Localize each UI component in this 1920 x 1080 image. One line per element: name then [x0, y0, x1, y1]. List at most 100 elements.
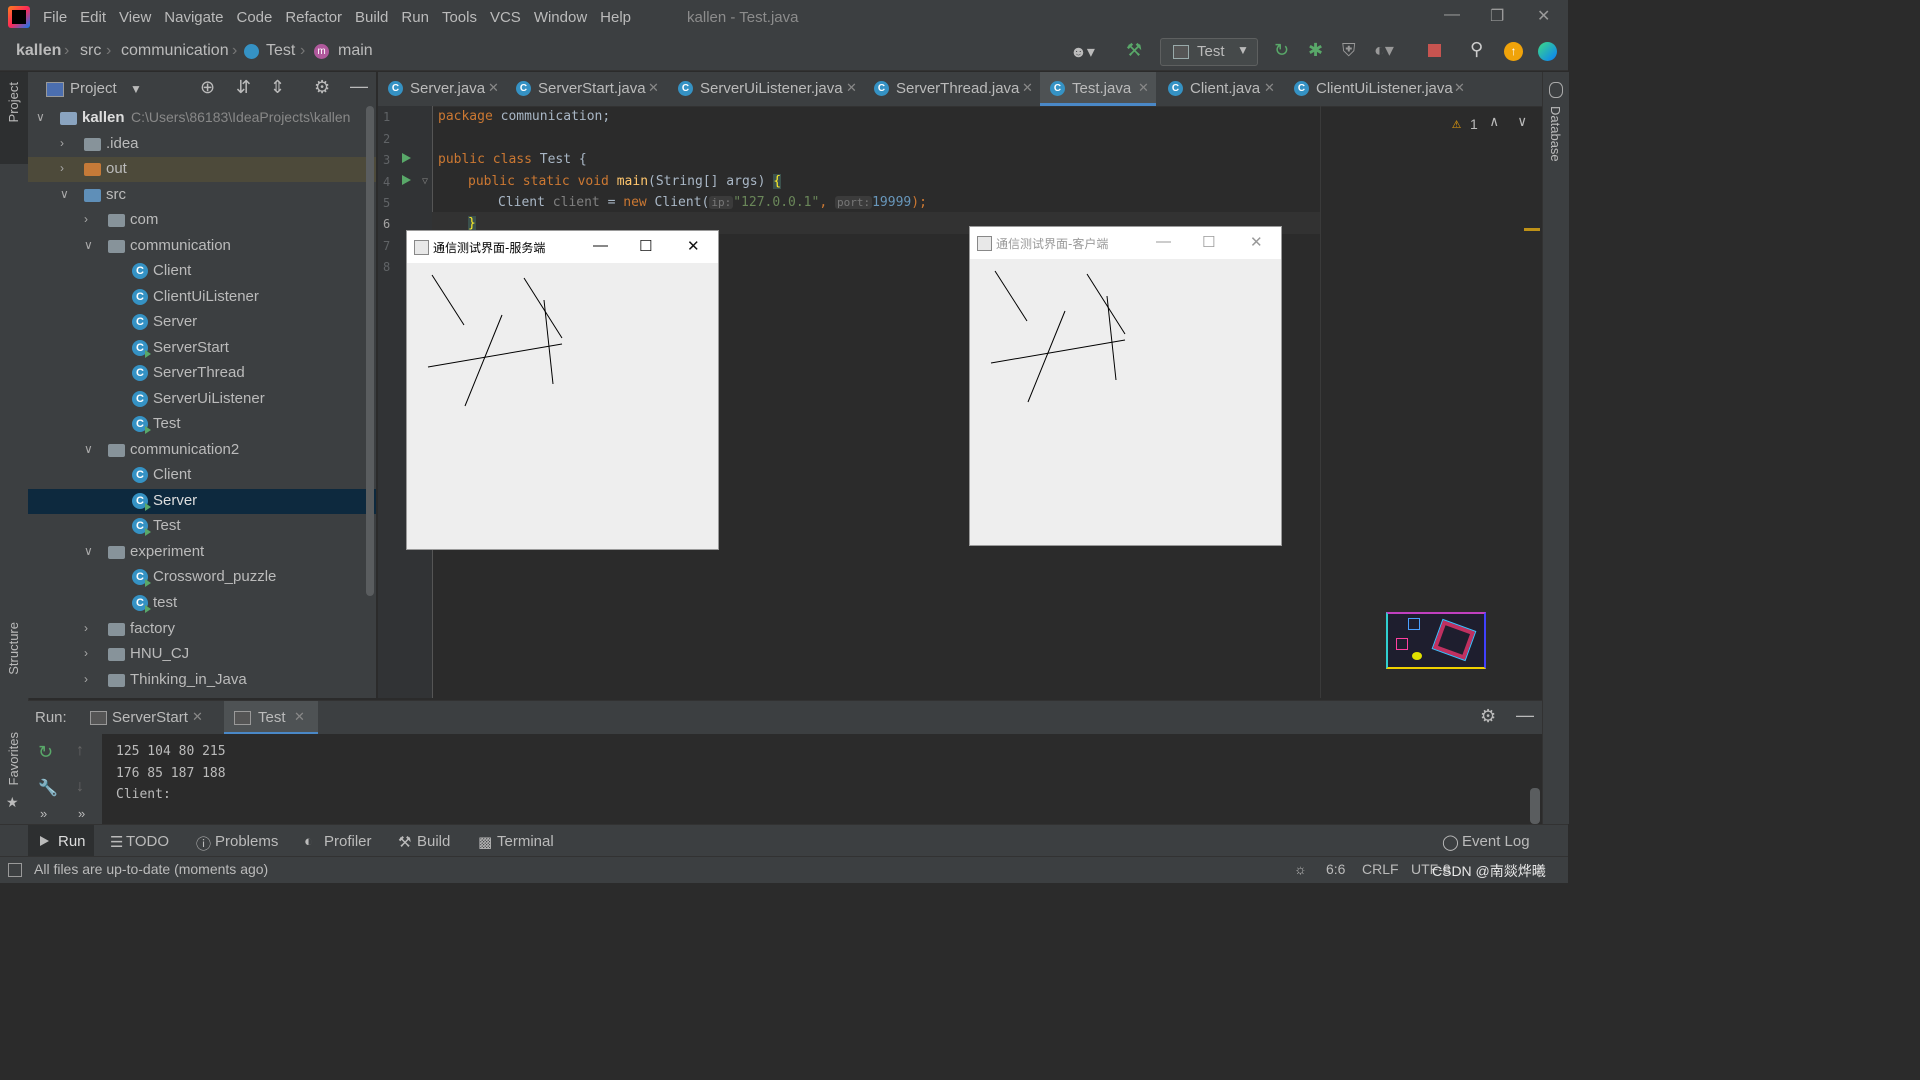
console-output[interactable]: 125 104 80 215 176 85 187 188 Client: [102, 734, 1542, 824]
chevron-right-icon[interactable]: › [84, 212, 88, 226]
close-tab-icon[interactable]: ✕ [1138, 80, 1149, 96]
tree-item-src[interactable]: ∨ src [28, 183, 368, 208]
chevron-right-icon[interactable]: › [60, 136, 64, 150]
breadcrumb-project[interactable]: kallen [16, 42, 61, 60]
tree-item-factory[interactable]: › factory [28, 617, 368, 642]
warnings-count[interactable]: 1 [1470, 116, 1478, 132]
build-hammer-icon[interactable]: ⚒ [1126, 40, 1142, 61]
chevron-down-icon[interactable]: ∨ [84, 442, 93, 456]
tree-scrollbar[interactable] [366, 106, 374, 596]
tree-item-server2[interactable]: C Server [28, 489, 376, 514]
maximize-icon[interactable]: ☐ [1202, 233, 1215, 251]
close-tab-icon[interactable]: ✕ [1264, 80, 1275, 96]
console-scrollbar[interactable] [1530, 788, 1540, 824]
tree-item-server[interactable]: C Server [28, 310, 368, 335]
menu-vcs[interactable]: VCS [490, 9, 521, 26]
minimize-icon[interactable]: — [1156, 233, 1171, 250]
more-icon[interactable]: » [40, 806, 47, 821]
client-drawing-canvas[interactable] [970, 259, 1281, 545]
project-view-select[interactable]: Project [70, 80, 117, 97]
locate-icon[interactable]: ⊕ [200, 77, 215, 98]
menu-code[interactable]: Code [236, 9, 272, 26]
run-tab-serverstart[interactable]: ServerStart ✕ [86, 701, 214, 735]
tab-serverstart-java[interactable]: C ServerStart.java ✕ [506, 72, 666, 106]
coverage-icon[interactable]: ⛨ [1342, 40, 1356, 61]
run-config-select[interactable]: Test ▼ [1160, 38, 1258, 66]
close-tab-icon[interactable]: ✕ [648, 80, 659, 96]
line-separator[interactable]: CRLF [1362, 861, 1399, 877]
rerun-icon[interactable]: ↻ [1274, 40, 1289, 61]
warning-stripe-marker[interactable] [1524, 228, 1540, 231]
close-tab-icon[interactable]: ✕ [488, 80, 499, 96]
tree-item-hnu-cj[interactable]: › HNU_CJ [28, 642, 368, 667]
close-tab-icon[interactable]: ✕ [846, 80, 857, 96]
event-log-button[interactable]: Event Log [1462, 833, 1530, 850]
ime-widget-icon[interactable] [1386, 612, 1486, 669]
tree-item-serveruilistener[interactable]: C ServerUiListener [28, 387, 368, 412]
tree-item-clientuilistener[interactable]: C ClientUiListener [28, 285, 368, 310]
rerun-icon[interactable]: ↻ [38, 742, 53, 763]
server-window-titlebar[interactable]: 通信测试界面-服务端 — ☐ ✕ [407, 231, 718, 263]
close-tab-icon[interactable]: ✕ [294, 709, 305, 725]
menu-edit[interactable]: Edit [80, 9, 106, 26]
toolbox-icon[interactable] [1538, 42, 1557, 61]
database-tool-label[interactable]: Database [1548, 106, 1563, 162]
close-icon[interactable]: ✕ [1250, 233, 1263, 251]
tree-item-test[interactable]: C Test [28, 412, 368, 437]
hide-panel-icon[interactable]: — [1516, 705, 1534, 726]
tool-run-button[interactable]: Run [28, 825, 94, 857]
tool-build-button[interactable]: Build [417, 833, 450, 850]
menu-run[interactable]: Run [401, 9, 429, 26]
maximize-icon[interactable]: ☐ [639, 237, 652, 255]
close-tab-icon[interactable]: ✕ [1022, 80, 1033, 96]
tree-item-client2[interactable]: C Client [28, 463, 368, 488]
tree-item-out[interactable]: › out [28, 157, 376, 182]
close-tab-icon[interactable]: ✕ [1454, 80, 1465, 96]
tab-serveruilistener-java[interactable]: C ServerUiListener.java ✕ [668, 72, 864, 106]
tool-terminal-button[interactable]: Terminal [497, 833, 554, 850]
inspection-icon[interactable]: ☼ [1294, 861, 1307, 877]
tab-client-java[interactable]: C Client.java ✕ [1158, 72, 1282, 106]
menu-help[interactable]: Help [600, 9, 631, 26]
restore-icon[interactable]: ❐ [1490, 6, 1504, 26]
tree-item-communication2[interactable]: ∨ communication2 [28, 438, 368, 463]
warning-icon[interactable]: ⚠ [1452, 114, 1461, 132]
structure-tool-label[interactable]: Structure [6, 622, 21, 675]
arrow-up-icon[interactable]: ↑ [76, 742, 84, 760]
tab-server-java[interactable]: C Server.java ✕ [378, 72, 506, 106]
menu-refactor[interactable]: Refactor [285, 9, 342, 26]
minimize-icon[interactable]: — [1444, 6, 1460, 24]
close-icon[interactable]: ✕ [687, 237, 700, 255]
server-drawing-canvas[interactable] [407, 263, 718, 549]
hide-panel-icon[interactable]: — [350, 76, 368, 97]
chevron-up-icon[interactable]: ∧ [1490, 114, 1498, 130]
client-window-titlebar[interactable]: 通信测试界面-客户端 — ☐ ✕ [970, 227, 1281, 259]
chevron-down-icon[interactable]: ∨ [36, 110, 45, 124]
status-toggle-icon[interactable] [8, 863, 22, 877]
project-tool-button[interactable]: Project [0, 72, 28, 164]
menu-file[interactable]: File [43, 9, 67, 26]
menu-navigate[interactable]: Navigate [164, 9, 223, 26]
tab-clientuilistener-java[interactable]: C ClientUiListener.java ✕ [1284, 72, 1470, 106]
more-icon[interactable]: » [78, 806, 85, 821]
tool-problems-button[interactable]: Problems [215, 833, 278, 850]
caret-position[interactable]: 6:6 [1326, 861, 1345, 877]
search-icon[interactable]: ⚲ [1470, 39, 1483, 60]
wrench-icon[interactable]: 🔧 [38, 778, 58, 798]
status-message[interactable]: All files are up-to-date (moments ago) [34, 861, 268, 877]
arrow-down-icon[interactable]: ↓ [76, 778, 84, 796]
chevron-right-icon[interactable]: › [84, 646, 88, 660]
run-gutter-icon[interactable] [402, 153, 411, 163]
gear-icon[interactable]: ⚙ [314, 77, 330, 98]
tree-item-test2[interactable]: C Test [28, 514, 368, 539]
run-gutter-icon[interactable] [402, 175, 411, 185]
menu-view[interactable]: View [119, 9, 151, 26]
chevron-right-icon[interactable]: › [60, 161, 64, 175]
breadcrumb-src[interactable]: src [80, 42, 101, 60]
menu-tools[interactable]: Tools [442, 9, 477, 26]
chevron-down-icon[interactable]: ∨ [84, 544, 93, 558]
chevron-down-icon[interactable]: ▼ [130, 82, 142, 96]
menu-build[interactable]: Build [355, 9, 388, 26]
chevron-right-icon[interactable]: › [84, 672, 88, 686]
client-window[interactable]: 通信测试界面-客户端 — ☐ ✕ [969, 226, 1282, 546]
